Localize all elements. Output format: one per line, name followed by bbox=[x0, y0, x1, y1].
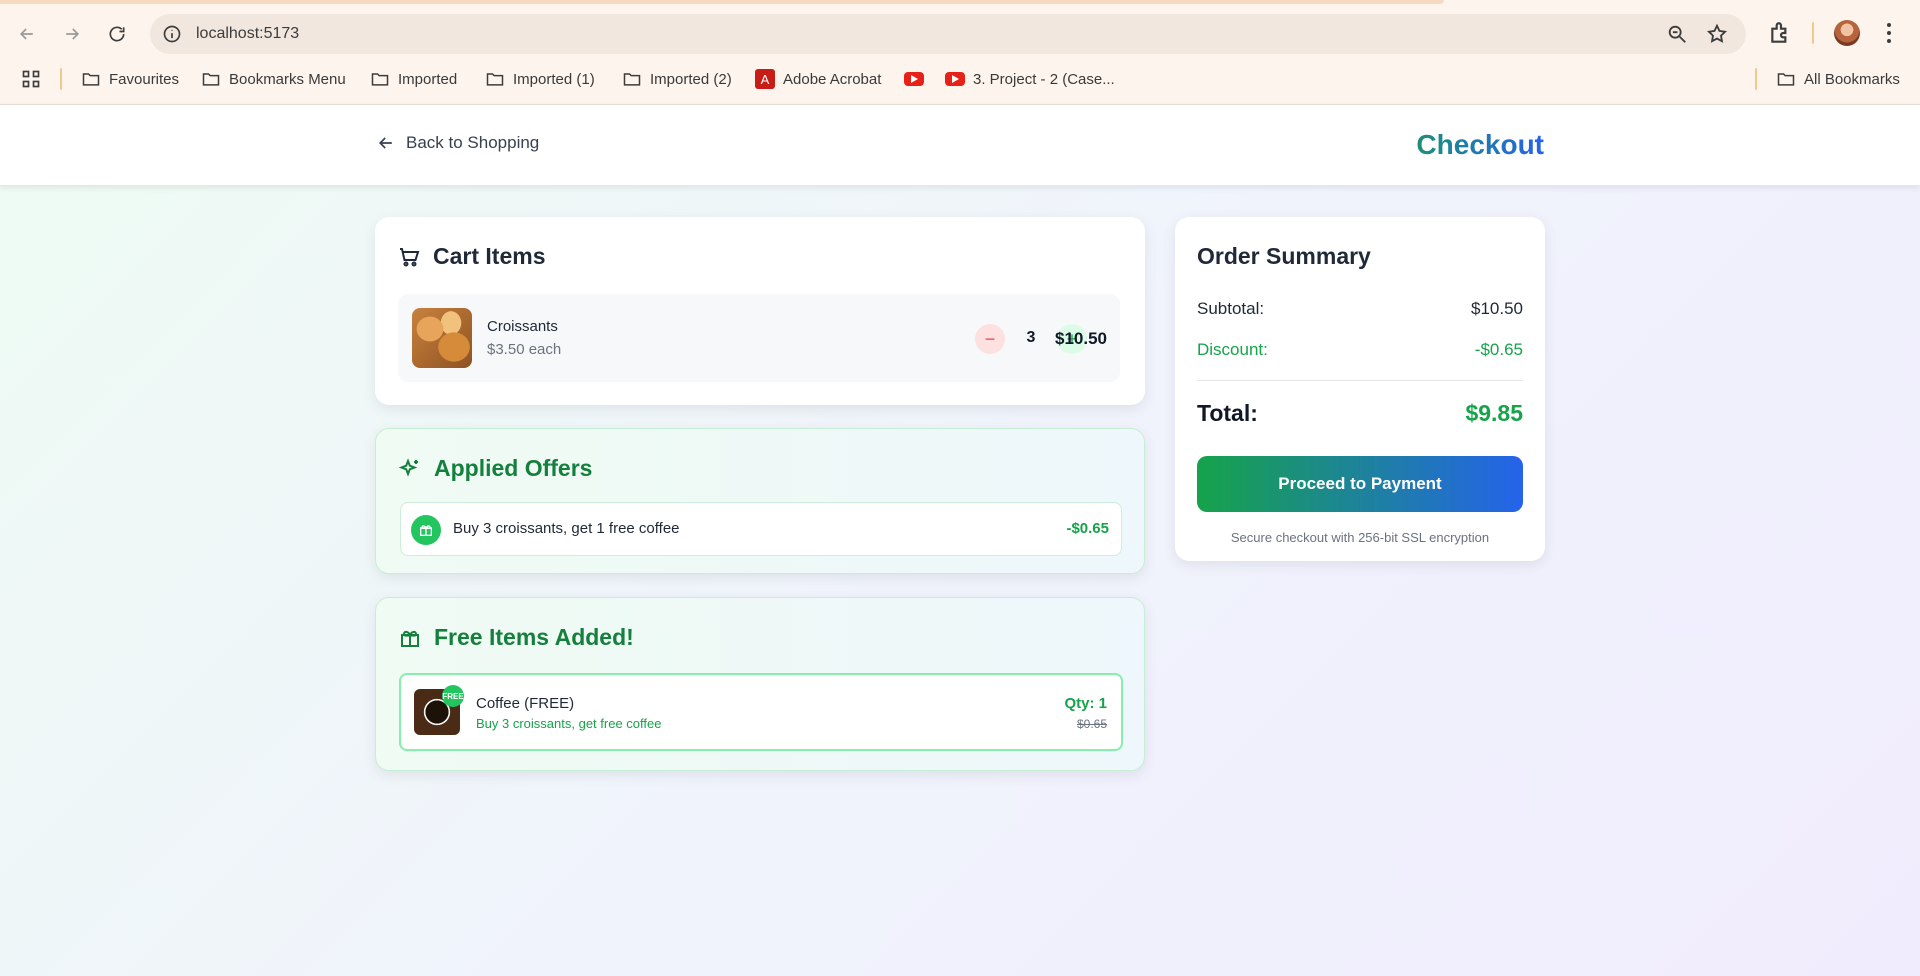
bookmark-adobe-acrobat[interactable]: A Adobe Acrobat bbox=[755, 66, 881, 92]
apps-button[interactable] bbox=[21, 66, 41, 92]
page-title: Checkout bbox=[1360, 129, 1544, 161]
applied-offers-heading: Applied Offers bbox=[398, 455, 592, 482]
proceed-to-payment-button[interactable]: Proceed to Payment bbox=[1197, 456, 1523, 512]
bookmarks-bar: Favourites Bookmarks Menu Imported Impor… bbox=[0, 66, 1920, 92]
arrow-right-icon bbox=[66, 28, 80, 40]
free-badge: FREE bbox=[442, 685, 464, 707]
star-icon[interactable] bbox=[1706, 23, 1728, 45]
order-summary-heading: Order Summary bbox=[1197, 243, 1371, 269]
folder-icon bbox=[623, 73, 641, 86]
back-nav-button[interactable] bbox=[9, 16, 45, 52]
free-items-heading: Free Items Added! bbox=[398, 624, 634, 651]
free-item-row: FREE Coffee (FREE) Buy 3 croissants, get… bbox=[399, 673, 1123, 751]
app-header: Back to Shopping Checkout bbox=[0, 105, 1920, 186]
arrow-left-icon bbox=[378, 137, 392, 149]
free-item-quantity: Qty: 1 bbox=[1064, 695, 1107, 712]
subtotal-value: $10.50 bbox=[1471, 299, 1523, 318]
cart-item-row: Croissants $3.50 each − 3 + $10.50 bbox=[398, 294, 1120, 382]
item-name: Croissants bbox=[487, 318, 558, 335]
extensions-icon[interactable] bbox=[1768, 20, 1794, 46]
order-summary-card: Order Summary Subtotal: $10.50 Discount:… bbox=[1175, 217, 1545, 561]
arrow-left-icon bbox=[19, 28, 33, 40]
youtube-icon bbox=[904, 72, 924, 86]
shopping-cart-icon bbox=[400, 247, 420, 266]
sparkles-icon bbox=[398, 457, 418, 477]
zoom-icon[interactable] bbox=[1666, 23, 1688, 45]
address-bar[interactable]: localhost:5173 bbox=[150, 14, 1746, 54]
discount-label: Discount: bbox=[1197, 340, 1268, 359]
quantity-value: 3 bbox=[1026, 329, 1036, 346]
bookmarks-separator bbox=[60, 68, 62, 90]
folder-icon bbox=[202, 73, 220, 86]
free-item-original-price: $0.65 bbox=[1076, 717, 1107, 731]
checkout-page: Back to Shopping Checkout Cart Items Cro… bbox=[0, 105, 1920, 976]
total-value: $9.85 bbox=[1465, 400, 1523, 426]
bookmark-favourites[interactable]: Favourites bbox=[81, 66, 179, 92]
decrease-quantity-button[interactable]: − bbox=[975, 324, 1005, 354]
bookmark-label: Imported bbox=[398, 70, 458, 88]
youtube-icon bbox=[945, 72, 965, 86]
item-unit-price: $3.50 each bbox=[487, 341, 562, 358]
free-item-description: Buy 3 croissants, get free coffee bbox=[476, 716, 662, 731]
menu-kebab-icon[interactable] bbox=[1886, 21, 1892, 45]
bookmark-label: Imported (1) bbox=[513, 70, 595, 88]
url-text[interactable]: localhost:5173 bbox=[196, 25, 299, 43]
offer-description: Buy 3 croissants, get 1 free coffee bbox=[453, 520, 680, 537]
folder-icon bbox=[1777, 73, 1795, 86]
reload-button[interactable] bbox=[99, 16, 135, 52]
bookmark-label: Imported (2) bbox=[650, 70, 732, 88]
acrobat-icon: A bbox=[755, 69, 775, 89]
bookmark-label: Favourites bbox=[109, 70, 180, 88]
free-item-name: Coffee (FREE) bbox=[476, 695, 575, 712]
all-bookmarks[interactable]: All Bookmarks bbox=[1776, 66, 1900, 92]
cart-items-title: Cart Items bbox=[433, 243, 546, 269]
subtotal-row: Subtotal: $10.50 bbox=[1197, 299, 1523, 319]
back-label: Back to Shopping bbox=[406, 133, 540, 152]
gift-icon bbox=[401, 630, 419, 647]
site-info-icon[interactable] bbox=[162, 24, 182, 44]
discount-value: -$0.65 bbox=[1474, 340, 1523, 359]
offer-row: Buy 3 croissants, get 1 free coffee -$0.… bbox=[400, 502, 1122, 556]
applied-offers-title: Applied Offers bbox=[434, 455, 593, 481]
subtotal-label: Subtotal: bbox=[1197, 299, 1265, 318]
bookmark-imported-2[interactable]: Imported (2) bbox=[622, 66, 732, 92]
folder-icon bbox=[486, 73, 504, 86]
bookmarks-separator bbox=[1755, 68, 1757, 90]
folder-icon bbox=[371, 73, 389, 86]
bookmark-label: 3. Project - 2 (Case... bbox=[973, 70, 1115, 88]
bookmark-bookmarks-menu[interactable]: Bookmarks Menu bbox=[201, 66, 346, 92]
croissant-image bbox=[412, 308, 472, 368]
apps-grid-icon bbox=[22, 70, 40, 88]
back-to-shopping-link[interactable]: Back to Shopping bbox=[376, 133, 539, 153]
reload-icon bbox=[109, 26, 125, 42]
browser-chrome: localhost:5173 Favourites Bookmarks Menu… bbox=[0, 0, 1920, 105]
free-items-card: Free Items Added! FREE Coffee (FREE) Buy… bbox=[375, 597, 1145, 771]
secure-checkout-note: Secure checkout with 256-bit SSL encrypt… bbox=[1230, 530, 1490, 545]
bookmark-project-2[interactable]: 3. Project - 2 (Case... bbox=[945, 66, 1115, 92]
tab-strip-edge bbox=[0, 0, 1444, 4]
minus-icon: − bbox=[984, 328, 996, 349]
bookmark-imported-1[interactable]: Imported (1) bbox=[485, 66, 595, 92]
total-label: Total: bbox=[1197, 400, 1258, 426]
offer-discount-amount: -$0.65 bbox=[1066, 520, 1109, 537]
free-items-title: Free Items Added! bbox=[434, 624, 634, 650]
bookmark-youtube[interactable] bbox=[904, 66, 924, 92]
bookmark-label: Adobe Acrobat bbox=[783, 70, 882, 88]
cart-items-heading: Cart Items bbox=[397, 243, 545, 270]
cart-items-card: Cart Items Croissants $3.50 each − 3 + $… bbox=[375, 217, 1145, 405]
profile-avatar[interactable] bbox=[1834, 20, 1860, 46]
applied-offers-card: Applied Offers Buy 3 croissants, get 1 f… bbox=[375, 428, 1145, 574]
item-line-total: $10.50 bbox=[1055, 329, 1107, 348]
discount-row: Discount: -$0.65 bbox=[1197, 340, 1523, 360]
bookmark-label: Bookmarks Menu bbox=[229, 70, 346, 88]
all-bookmarks-label: All Bookmarks bbox=[1804, 70, 1900, 88]
toolbar-separator bbox=[1812, 22, 1814, 44]
bookmark-imported[interactable]: Imported bbox=[370, 66, 457, 92]
total-row: Total: $9.85 bbox=[1197, 400, 1523, 427]
gift-icon bbox=[411, 515, 441, 545]
summary-divider bbox=[1197, 380, 1523, 381]
forward-nav-button[interactable] bbox=[54, 16, 90, 52]
folder-icon bbox=[82, 73, 100, 86]
